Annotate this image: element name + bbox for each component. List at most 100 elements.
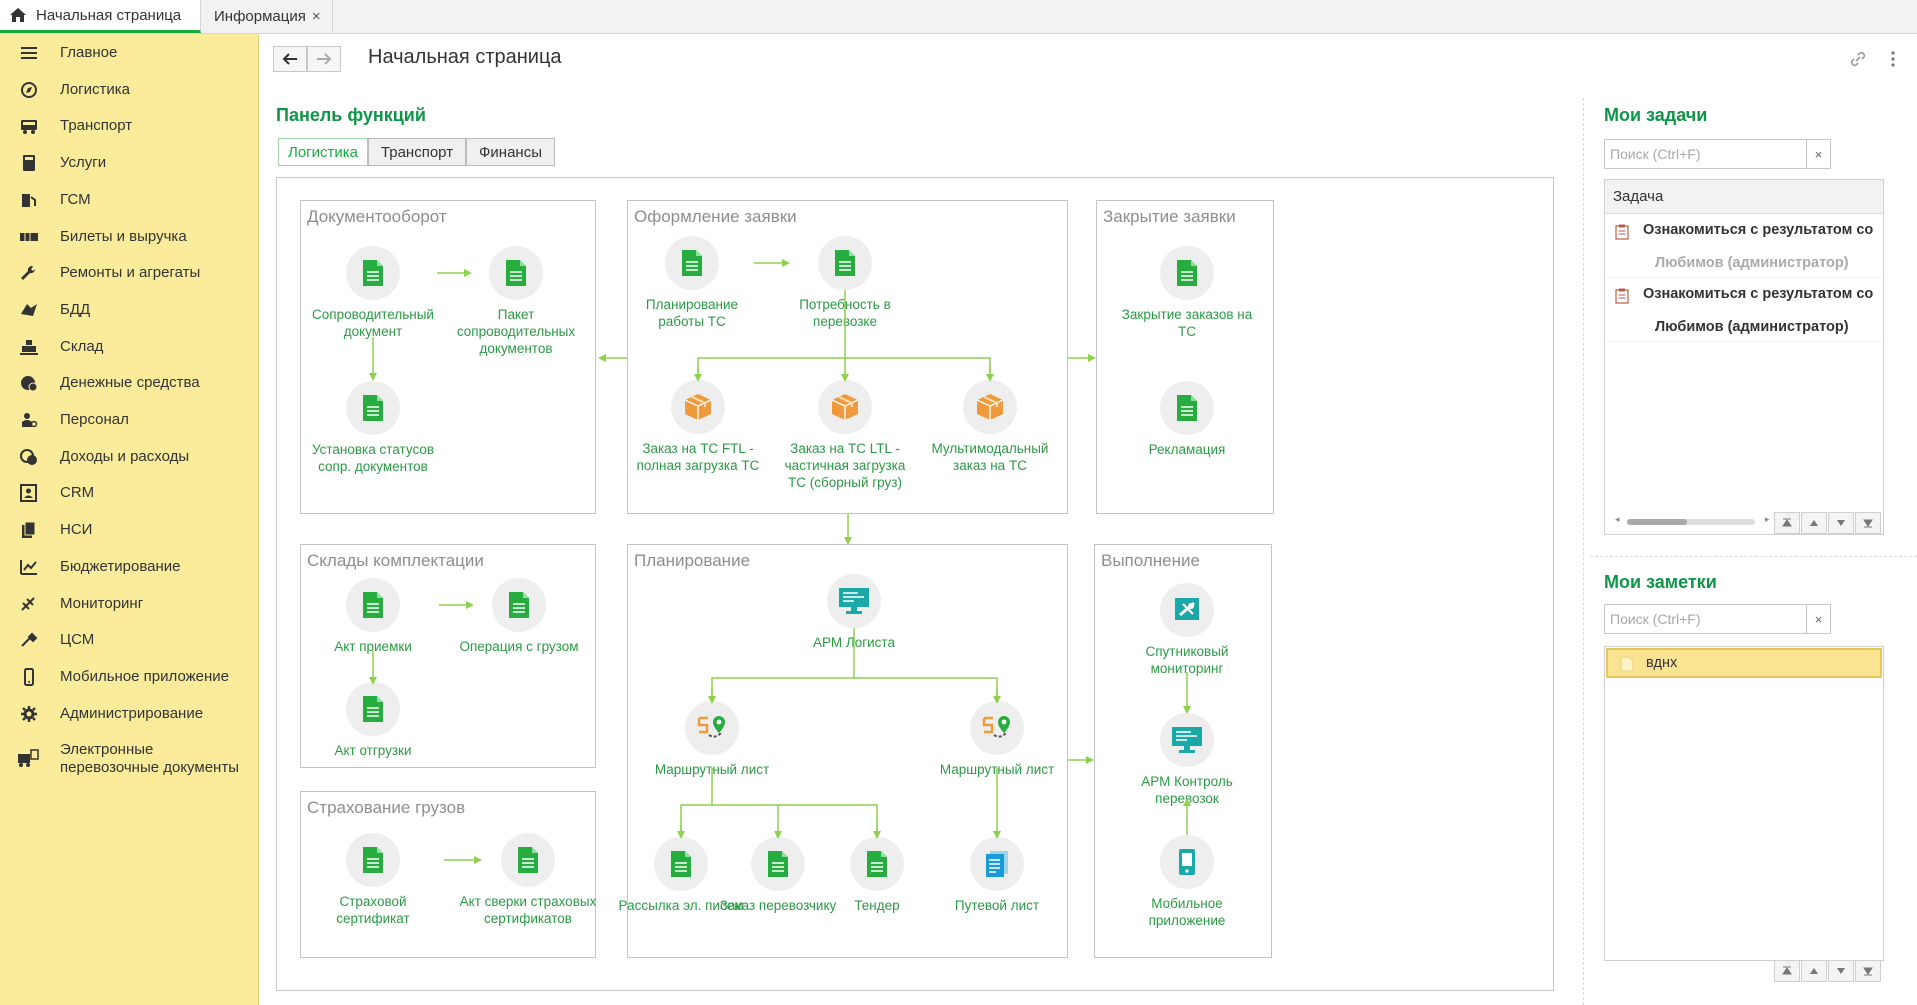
crm-icon — [18, 483, 40, 503]
scrollbar-thumb[interactable] — [1627, 519, 1687, 525]
diagram-node-n1[interactable]: Сопроводительный документ — [303, 246, 443, 340]
home-icon — [10, 8, 26, 22]
sidebar-item-4[interactable]: Услуги — [0, 146, 259, 180]
diagram-node-n21[interactable]: Спутниковый мониторинг — [1117, 583, 1257, 677]
document-icon — [654, 837, 708, 891]
table-row[interactable]: Ознакомиться с результатом со Любимов (а… — [1605, 278, 1883, 342]
node-label: АРМ Логиста — [813, 635, 895, 650]
reference-icon — [18, 520, 40, 540]
tab-home[interactable]: Начальная страница — [0, 0, 201, 33]
diagram-node-n4[interactable]: Планирование работы ТС — [622, 236, 762, 330]
document-icon — [489, 246, 543, 300]
diagram-node-n19[interactable]: Тендер — [807, 837, 947, 914]
tab-info-label: Информация — [214, 8, 306, 25]
node-label: Маршрутный лист — [939, 762, 1055, 777]
notes-scroll-up-button[interactable] — [1801, 960, 1827, 982]
sidebar-item-9[interactable]: Склад — [0, 330, 259, 364]
diagram-node-n7[interactable]: Заказ на ТС LTL - частичная загрузка ТС … — [775, 380, 915, 491]
notes-scroll-bottom-button[interactable] — [1855, 960, 1881, 982]
diagram-node-n11[interactable]: Акт приемки — [303, 578, 443, 655]
notes-search-placeholder: Поиск (Ctrl+F) — [1610, 611, 1701, 627]
diagram-node-n5[interactable]: Потребность в перевозке — [775, 236, 915, 330]
sidebar-item-12[interactable]: Доходы и расходы — [0, 440, 259, 474]
tab-info[interactable]: Информация × — [202, 0, 333, 33]
node-label: Спутниковый мониторинг — [1145, 644, 1229, 676]
sidebar-item-3[interactable]: Транспорт — [0, 109, 259, 143]
notes-search-input[interactable]: Поиск (Ctrl+F) × — [1604, 604, 1831, 634]
more-icon[interactable] — [1890, 50, 1896, 68]
diagram-node-n16[interactable]: Маршрутный лист — [927, 701, 1067, 778]
sidebar-item-10[interactable]: Денежные средства — [0, 366, 259, 400]
sidebar-item-16[interactable]: Мониторинг — [0, 587, 259, 621]
table-row[interactable]: Ознакомиться с результатом со Любимов (а… — [1605, 214, 1883, 278]
diagram-node-n8[interactable]: Мультимодальный заказ на ТС — [920, 380, 1060, 474]
box-title: Оформление заявки — [634, 207, 797, 226]
diagram-node-n14[interactable]: АРМ Логиста — [784, 574, 924, 651]
close-icon[interactable]: × — [312, 8, 321, 25]
scroll-top-button[interactable] — [1774, 512, 1800, 534]
link-icon[interactable] — [1849, 50, 1867, 68]
node-label: Пакет сопроводительных документов — [456, 307, 576, 356]
sidebar-item-label: Бюджетирование — [60, 557, 181, 575]
sidebar-item-label: Ремонты и агрегаты — [60, 264, 201, 282]
node-label: Акт сверки страховых сертификатов — [459, 894, 597, 926]
sidebar-item-13[interactable]: CRM — [0, 476, 259, 510]
notes-scroll-top-button[interactable] — [1774, 960, 1800, 982]
scroll-right-icon[interactable]: ▸ — [1765, 514, 1770, 525]
fn-tab-finance[interactable]: Финансы — [466, 138, 555, 166]
sidebar-item-8[interactable]: БДД — [0, 293, 259, 327]
sidebar-item-18[interactable]: Мобильное приложение — [0, 660, 259, 694]
diagram-node-n12[interactable]: Операция с грузом — [449, 578, 589, 655]
scroll-down-button[interactable] — [1828, 512, 1854, 534]
diagram-node-n15[interactable]: Маршрутный лист — [642, 701, 782, 778]
tasks-column-header[interactable]: Задача — [1605, 180, 1883, 214]
diagram-node-n10[interactable]: Рекламация — [1117, 381, 1257, 458]
diagram-node-n13[interactable]: Акт отгрузки — [303, 682, 443, 759]
node-label: Страховой сертификат — [336, 894, 410, 926]
diagram-node-n23[interactable]: Мобильное приложение — [1117, 835, 1257, 929]
diagram-node-n9[interactable]: Закрытие заказов на ТС — [1117, 246, 1257, 340]
sidebar-item-label: Логистика — [60, 80, 131, 98]
scroll-left-icon[interactable]: ◂ — [1615, 514, 1620, 525]
notes-search-clear-button[interactable]: × — [1806, 605, 1830, 633]
diagram-node-n22[interactable]: АРМ Контроль перевозок — [1117, 713, 1257, 807]
sidebar-item-19[interactable]: Администрирование — [0, 697, 259, 731]
sidebar-item-6[interactable]: Билеты и выручка — [0, 220, 259, 254]
list-item[interactable]: вднх — [1606, 648, 1882, 678]
tasks-search-input[interactable]: Поиск (Ctrl+F) × — [1604, 139, 1831, 169]
diagram-node-n20[interactable]: Путевой лист — [927, 837, 1067, 914]
diagram-node-n6[interactable]: Заказ на ТС FTL - полная загрузка ТС — [628, 380, 768, 474]
sidebar-item-14[interactable]: НСИ — [0, 513, 259, 547]
sidebar-item-15[interactable]: Бюджетирование — [0, 550, 259, 584]
box-title: Выполнение — [1101, 551, 1200, 570]
back-button[interactable] — [273, 46, 307, 72]
document-icon — [751, 837, 805, 891]
sidebar-item-7[interactable]: Ремонты и агрегаты — [0, 256, 259, 290]
node-label: Тендер — [854, 898, 900, 913]
scroll-bottom-button[interactable] — [1855, 512, 1881, 534]
notes-scroll-down-button[interactable] — [1828, 960, 1854, 982]
up-icon — [1810, 520, 1818, 526]
sidebar-item-2[interactable]: Логистика — [0, 73, 259, 107]
sidebar-item-17[interactable]: ЦСМ — [0, 623, 259, 657]
calculator-icon — [18, 153, 40, 173]
double-down-icon — [1863, 519, 1873, 528]
tasks-search-clear-button[interactable]: × — [1806, 140, 1830, 168]
diagram-node-n3[interactable]: Установка статусов сопр. документов — [303, 381, 443, 475]
sidebar-item-label: Склад — [60, 337, 104, 355]
fn-tab-transport[interactable]: Транспорт — [368, 138, 466, 166]
horizontal-scrollbar[interactable]: ◂ ▸ — [1615, 514, 1773, 526]
sidebar-item-11[interactable]: Персонал — [0, 403, 259, 437]
diagram-node-n2[interactable]: Пакет сопроводительных документов — [446, 246, 586, 357]
arrow-right-icon — [317, 53, 332, 65]
sidebar-item-5[interactable]: ГСМ — [0, 183, 259, 217]
forward-button[interactable] — [307, 46, 341, 72]
sidebar-item-1[interactable]: Главное — [0, 36, 259, 70]
sidebar-item-label: Транспорт — [60, 117, 133, 135]
scroll-up-button[interactable] — [1801, 512, 1827, 534]
sidebar-item-20[interactable]: Электронные перевозочные документы — [0, 738, 259, 778]
fn-tab-logistics[interactable]: Логистика — [278, 138, 368, 166]
diagram-node-n24[interactable]: Страховой сертификат — [303, 833, 443, 927]
diagram-node-n25[interactable]: Акт сверки страховых сертификатов — [458, 833, 598, 927]
box-icon — [671, 380, 725, 434]
